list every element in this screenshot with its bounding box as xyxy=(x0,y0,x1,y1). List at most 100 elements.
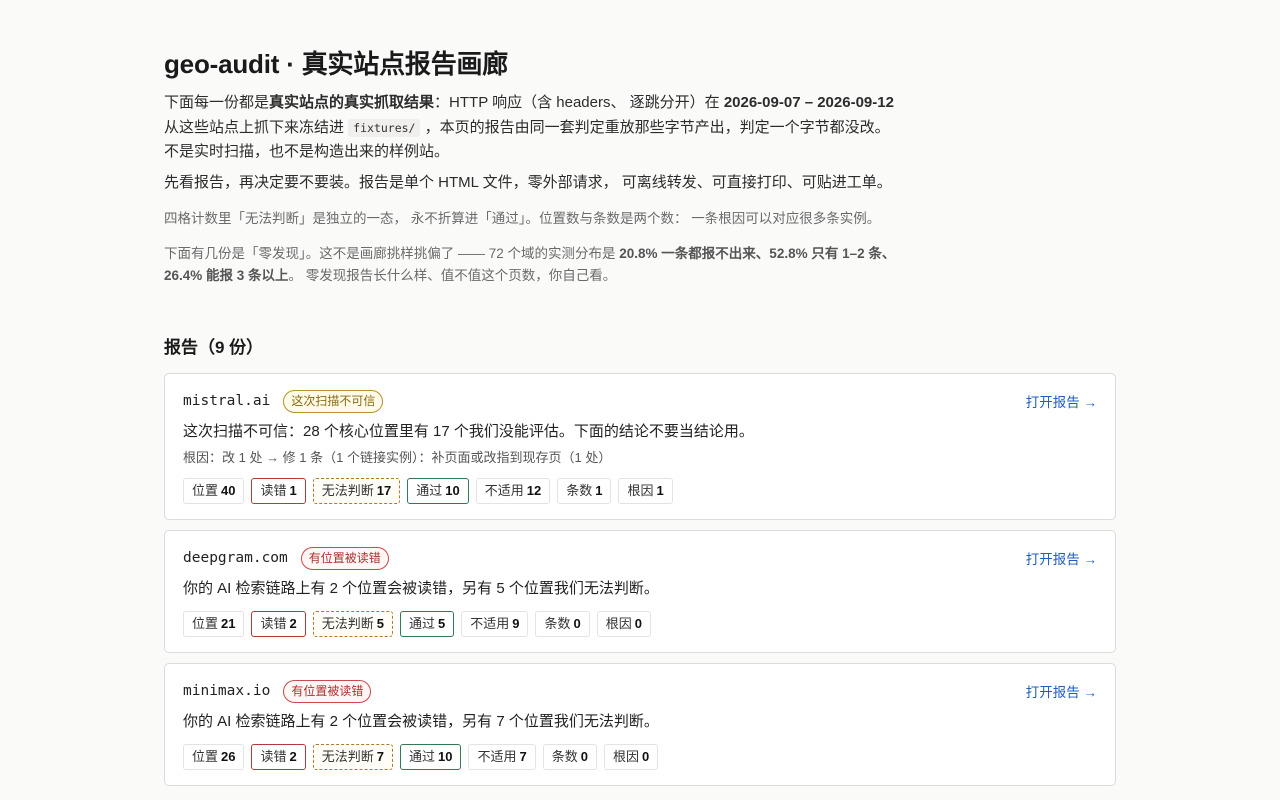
section-title: 报告（9 份） xyxy=(164,338,264,357)
chip-value: 5 xyxy=(438,616,446,631)
chip-misread: 读错 1 xyxy=(251,478,306,504)
chip-label: 根因 xyxy=(612,749,639,764)
open-report-link[interactable]: 打开报告 → xyxy=(1026,548,1097,568)
chip-label: 无法判断 xyxy=(321,483,374,498)
chip-root-cause: 根因 0 xyxy=(603,744,659,770)
chip-value: 5 xyxy=(376,616,384,631)
chip-label: 位置 xyxy=(192,483,219,498)
note-counts: 四格计数里「无法判断」是独立的一态， 永不折算进「通过」。位置数与条数是两个数：… xyxy=(164,211,881,226)
intro-paragraph-1: 下面每一份都是真实站点的真实抓取结果：HTTP 响应（含 headers、 逐跳… xyxy=(164,91,899,165)
chip-value: 12 xyxy=(526,483,542,498)
chip-label: 读错 xyxy=(260,483,287,498)
chip-label: 根因 xyxy=(605,616,632,631)
page-title: geo-audit · 真实站点报告画廊 xyxy=(164,49,509,79)
chip-label: 通过 xyxy=(416,483,443,498)
report-card: deepgram.com 有位置被读错 打开报告 → 你的 AI 检索链路上有 … xyxy=(164,530,1116,653)
intro-text: 下面每一份都是 xyxy=(164,94,270,111)
report-card: minimax.io 有位置被读错 打开报告 → 你的 AI 检索链路上有 2 … xyxy=(164,663,1116,786)
status-badge: 这次扫描不可信 xyxy=(283,389,384,413)
chip-value: 2 xyxy=(289,616,297,631)
chip-label: 不适用 xyxy=(484,483,524,498)
count-chips: 位置 21 读错 2 无法判断 5 通过 5 不适用 9 条数 0 根因 0 xyxy=(183,611,1097,637)
intro: 下面每一份都是真实站点的真实抓取结果：HTTP 响应（含 headers、 逐跳… xyxy=(164,91,899,195)
report-header: minimax.io 有位置被读错 打开报告 → xyxy=(183,678,1097,704)
chip-misread: 读错 2 xyxy=(251,744,306,770)
chip-label: 条数 xyxy=(551,749,578,764)
note-zero-findings: 下面有几份是「零发现」。这不是画廊挑样挑偏了 —— 72 个域的实测分布是 20… xyxy=(164,243,899,287)
chip-count: 条数 0 xyxy=(535,611,590,637)
chip-label: 不适用 xyxy=(477,749,517,764)
report-header: deepgram.com 有位置被读错 打开报告 → xyxy=(183,545,1097,571)
chip-unknown: 无法判断 17 xyxy=(312,478,401,504)
report-header: mistral.ai 这次扫描不可信 打开报告 → xyxy=(183,388,1097,414)
report-domain: deepgram.com xyxy=(183,550,288,566)
intro-text: 从这些站点上抓下来冻结进 xyxy=(164,118,349,136)
intro-text: ：HTTP 响应（含 headers、 逐跳分开）在 xyxy=(434,94,724,111)
chip-count: 条数 0 xyxy=(542,744,597,770)
status-badge: 有位置被读错 xyxy=(300,546,389,570)
chip-label: 读错 xyxy=(260,749,287,764)
status-badge: 有位置被读错 xyxy=(283,679,372,703)
intro-dates: 2026-09-07 – 2026-09-12 xyxy=(723,94,894,111)
chip-label: 条数 xyxy=(544,616,571,631)
chip-label: 条数 xyxy=(566,483,593,498)
page: geo-audit · 真实站点报告画廊 下面每一份都是真实站点的真实抓取结果：… xyxy=(164,0,1116,786)
chip-value: 21 xyxy=(221,616,236,631)
chip-positions: 位置 40 xyxy=(183,478,245,504)
note-text: 下面有几份是「零发现」。这不是画廊挑样挑偏了 —— 72 个域的实测分布是 xyxy=(164,246,620,261)
report-summary: 你的 AI 检索链路上有 2 个位置会被读错，另有 5 个位置我们无法判断。 xyxy=(183,580,659,597)
chip-value: 26 xyxy=(221,749,236,764)
chip-value: 1 xyxy=(656,483,664,498)
chip-label: 通过 xyxy=(408,616,435,631)
chip-value: 9 xyxy=(512,616,520,631)
chip-value: 10 xyxy=(438,749,453,764)
chip-value: 10 xyxy=(445,483,460,498)
chip-unknown: 无法判断 5 xyxy=(312,611,393,637)
chip-positions: 位置 21 xyxy=(183,611,245,637)
chip-label: 通过 xyxy=(408,749,435,764)
chip-value: 0 xyxy=(641,749,650,764)
chip-unknown: 无法判断 7 xyxy=(312,744,393,770)
chip-value: 1 xyxy=(595,483,603,498)
open-report-link[interactable]: 打开报告 → xyxy=(1026,391,1097,411)
chip-label: 无法判断 xyxy=(321,749,374,764)
chip-label: 无法判断 xyxy=(321,616,374,631)
chip-value: 17 xyxy=(376,483,392,498)
open-report-link[interactable]: 打开报告 → xyxy=(1026,681,1097,701)
report-summary: 你的 AI 检索链路上有 2 个位置会被读错，另有 7 个位置我们无法判断。 xyxy=(183,713,659,730)
count-chips: 位置 26 读错 2 无法判断 7 通过 10 不适用 7 条数 0 根因 0 xyxy=(183,744,1097,770)
chip-not-applicable: 不适用 7 xyxy=(468,744,536,770)
chip-count: 条数 1 xyxy=(557,478,612,504)
chip-misread: 读错 2 xyxy=(251,611,306,637)
chip-root-cause: 根因 1 xyxy=(618,478,673,504)
chip-value: 7 xyxy=(519,749,527,764)
report-summary: 这次扫描不可信：28 个核心位置里有 17 个我们没能评估。下面的结论不要当结论… xyxy=(183,423,754,440)
chip-label: 位置 xyxy=(192,616,219,631)
chip-label: 根因 xyxy=(627,483,654,498)
intro-paragraph-2: 先看报告，再决定要不要装。报告是单个 HTML 文件，零外部请求， 可离线转发、… xyxy=(164,173,892,191)
chip-not-applicable: 不适用 12 xyxy=(475,478,551,504)
chip-not-applicable: 不适用 9 xyxy=(461,611,529,637)
count-chips: 位置 40 读错 1 无法判断 17 通过 10 不适用 12 条数 1 根因 1 xyxy=(183,478,1097,504)
chip-pass: 通过 5 xyxy=(399,611,455,637)
chip-value: 0 xyxy=(573,616,581,631)
fixtures-code: fixtures/ xyxy=(348,118,421,137)
chip-value: 2 xyxy=(289,749,297,764)
chip-pass: 通过 10 xyxy=(407,478,469,504)
chip-value: 40 xyxy=(221,483,236,498)
note-text: 。 零发现报告长什么样、值不值这个页数，你自己看。 xyxy=(288,268,617,283)
chip-root-cause: 根因 0 xyxy=(596,611,651,637)
chip-value: 0 xyxy=(634,616,642,631)
chip-positions: 位置 26 xyxy=(183,744,245,770)
intro-emphasis: 真实站点的真实抓取结果 xyxy=(269,94,435,111)
chip-value: 7 xyxy=(376,749,384,764)
report-root-cause: 根因：改 1 处 → 修 1 条（1 个链接实例）：补页面或改指到现存页（1 处… xyxy=(183,450,612,465)
chip-value: 1 xyxy=(289,483,297,498)
report-domain: minimax.io xyxy=(183,683,271,699)
chip-value: 0 xyxy=(580,749,588,764)
report-card: mistral.ai 这次扫描不可信 打开报告 → 这次扫描不可信：28 个核心… xyxy=(164,373,1116,520)
chip-pass: 通过 10 xyxy=(399,744,462,770)
chip-label: 不适用 xyxy=(470,616,510,631)
chip-label: 位置 xyxy=(192,749,219,764)
report-domain: mistral.ai xyxy=(183,393,271,409)
